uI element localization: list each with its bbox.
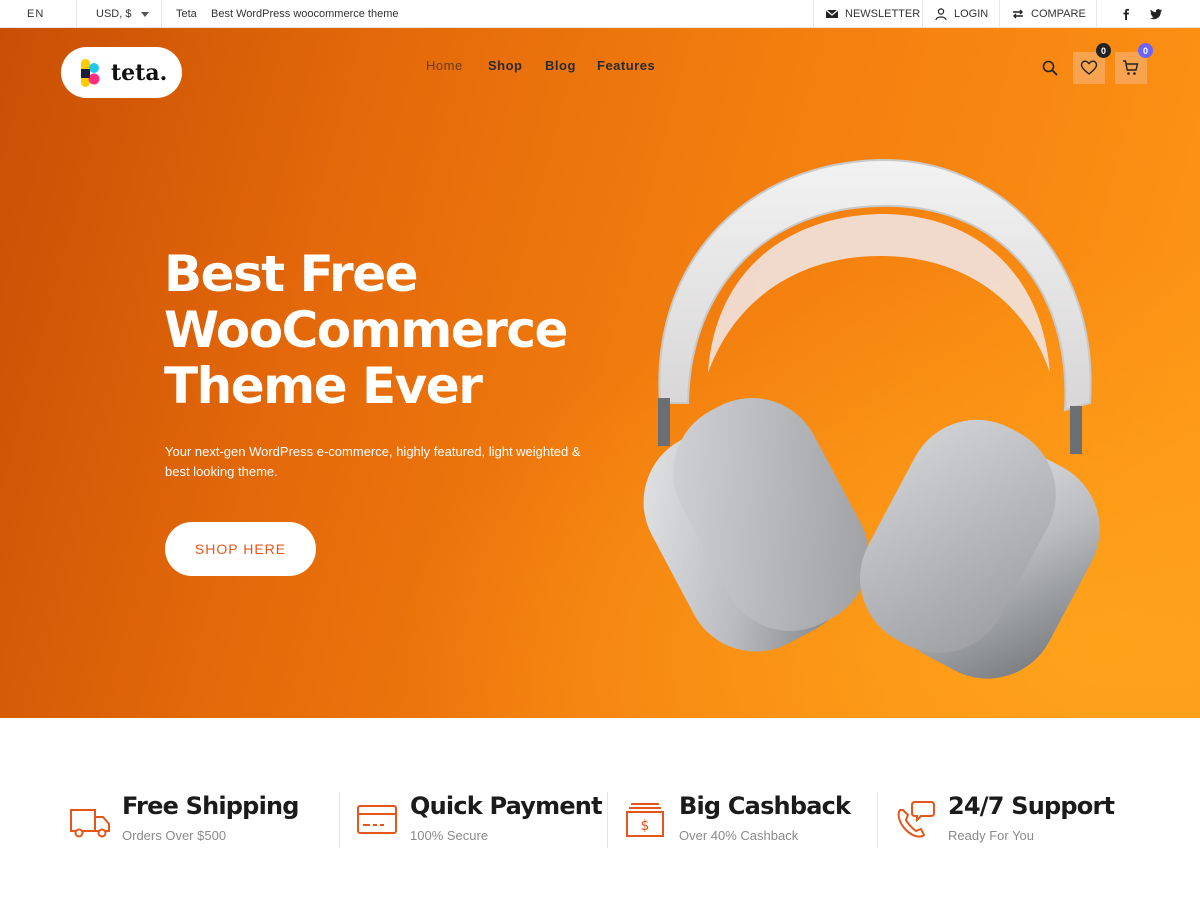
hero-headline-line-1: Best Free bbox=[164, 245, 419, 303]
language-label: EN bbox=[27, 8, 45, 20]
user-icon bbox=[935, 8, 947, 21]
login-link[interactable]: LOGIN bbox=[934, 0, 988, 28]
headphones-image bbox=[643, 158, 1100, 679]
wishlist-button[interactable]: 0 bbox=[1073, 43, 1111, 84]
feature-subtitle: Over 40% Cashback bbox=[679, 828, 799, 843]
hero-subtitle: Your next-gen WordPress e-commerce, high… bbox=[165, 442, 595, 482]
divider bbox=[922, 0, 923, 28]
divider bbox=[999, 0, 1000, 28]
facebook-icon bbox=[1123, 8, 1129, 20]
truck-icon bbox=[70, 809, 110, 838]
twitter-link[interactable] bbox=[1149, 0, 1163, 28]
twitter-icon bbox=[1150, 9, 1162, 20]
hero-headline-line-3: Theme Ever bbox=[164, 357, 483, 415]
feature-free-shipping: Free Shipping Orders Over $500 bbox=[68, 790, 328, 850]
currency-selector[interactable]: USD, $ bbox=[96, 0, 150, 28]
feature-title: Free Shipping bbox=[122, 792, 299, 820]
site-name-label: Teta bbox=[176, 8, 197, 20]
divider bbox=[607, 792, 608, 848]
divider bbox=[161, 0, 162, 28]
tagline-label: Best WordPress woocommerce theme bbox=[211, 8, 399, 20]
envelope-icon bbox=[825, 9, 839, 18]
cashback-icon: $ bbox=[626, 803, 664, 837]
nav-shop[interactable]: Shop bbox=[488, 58, 523, 78]
cart-count-badge: 0 bbox=[1138, 43, 1153, 58]
currency-label: USD, $ bbox=[96, 8, 132, 20]
divider bbox=[76, 0, 77, 28]
hero-subtitle-line-2: best looking theme. bbox=[165, 464, 278, 479]
nav-blog[interactable]: Blog bbox=[545, 58, 576, 78]
chevron-down-icon bbox=[141, 11, 150, 17]
cart-button[interactable]: 0 bbox=[1115, 43, 1153, 84]
wishlist-count-badge: 0 bbox=[1096, 43, 1111, 58]
support-icon bbox=[897, 801, 935, 838]
newsletter-label: NEWSLETTER bbox=[845, 8, 921, 20]
feature-support: 24/7 Support Ready For You bbox=[893, 790, 1153, 850]
newsletter-link[interactable]: NEWSLETTER bbox=[825, 0, 920, 28]
hero-subtitle-line-1: Your next-gen WordPress e-commerce, high… bbox=[165, 444, 581, 459]
divider bbox=[813, 0, 814, 28]
divider bbox=[339, 792, 340, 848]
language-selector[interactable]: EN bbox=[27, 0, 44, 28]
search-button[interactable] bbox=[1034, 52, 1066, 84]
feature-subtitle: Ready For You bbox=[948, 828, 1035, 843]
feature-subtitle: 100% Secure bbox=[410, 828, 489, 843]
compare-icon bbox=[1013, 9, 1023, 19]
compare-label: COMPARE bbox=[1031, 8, 1086, 20]
svg-text:$: $ bbox=[641, 818, 650, 834]
card-icon bbox=[357, 805, 397, 834]
feature-title: 24/7 Support bbox=[948, 792, 1115, 820]
tagline: Best WordPress woocommerce theme bbox=[211, 0, 398, 28]
divider bbox=[1096, 0, 1097, 28]
search-icon bbox=[1042, 60, 1058, 76]
cart-icon bbox=[1123, 60, 1139, 75]
hero-headline-line-2: WooCommerce bbox=[164, 301, 568, 359]
feature-title: Quick Payment bbox=[410, 792, 603, 820]
logo-mark-icon bbox=[81, 58, 100, 87]
nav-features[interactable]: Features bbox=[597, 58, 655, 78]
feature-subtitle: Orders Over $500 bbox=[122, 828, 227, 843]
feature-title: Big Cashback bbox=[679, 792, 851, 820]
facebook-link[interactable] bbox=[1119, 0, 1133, 28]
divider bbox=[877, 792, 878, 848]
shop-here-button[interactable]: SHOP HERE bbox=[165, 522, 316, 576]
feature-big-cashback: $ Big Cashback Over 40% Cashback bbox=[624, 790, 864, 850]
top-bar: EN USD, $ Teta Best WordPress woocommerc… bbox=[0, 0, 1200, 28]
logo-text: teta. bbox=[111, 59, 168, 86]
logo[interactable]: teta. bbox=[61, 47, 182, 98]
feature-quick-payment: Quick Payment 100% Secure bbox=[356, 790, 603, 850]
hero-banner: teta. Home Shop Blog Features 0 0 Best F… bbox=[0, 28, 1200, 718]
compare-link[interactable]: COMPARE bbox=[1011, 0, 1086, 28]
login-label: LOGIN bbox=[954, 8, 989, 20]
nav-home[interactable]: Home bbox=[426, 58, 463, 78]
site-name: Teta bbox=[176, 0, 197, 28]
heart-icon bbox=[1080, 60, 1098, 75]
